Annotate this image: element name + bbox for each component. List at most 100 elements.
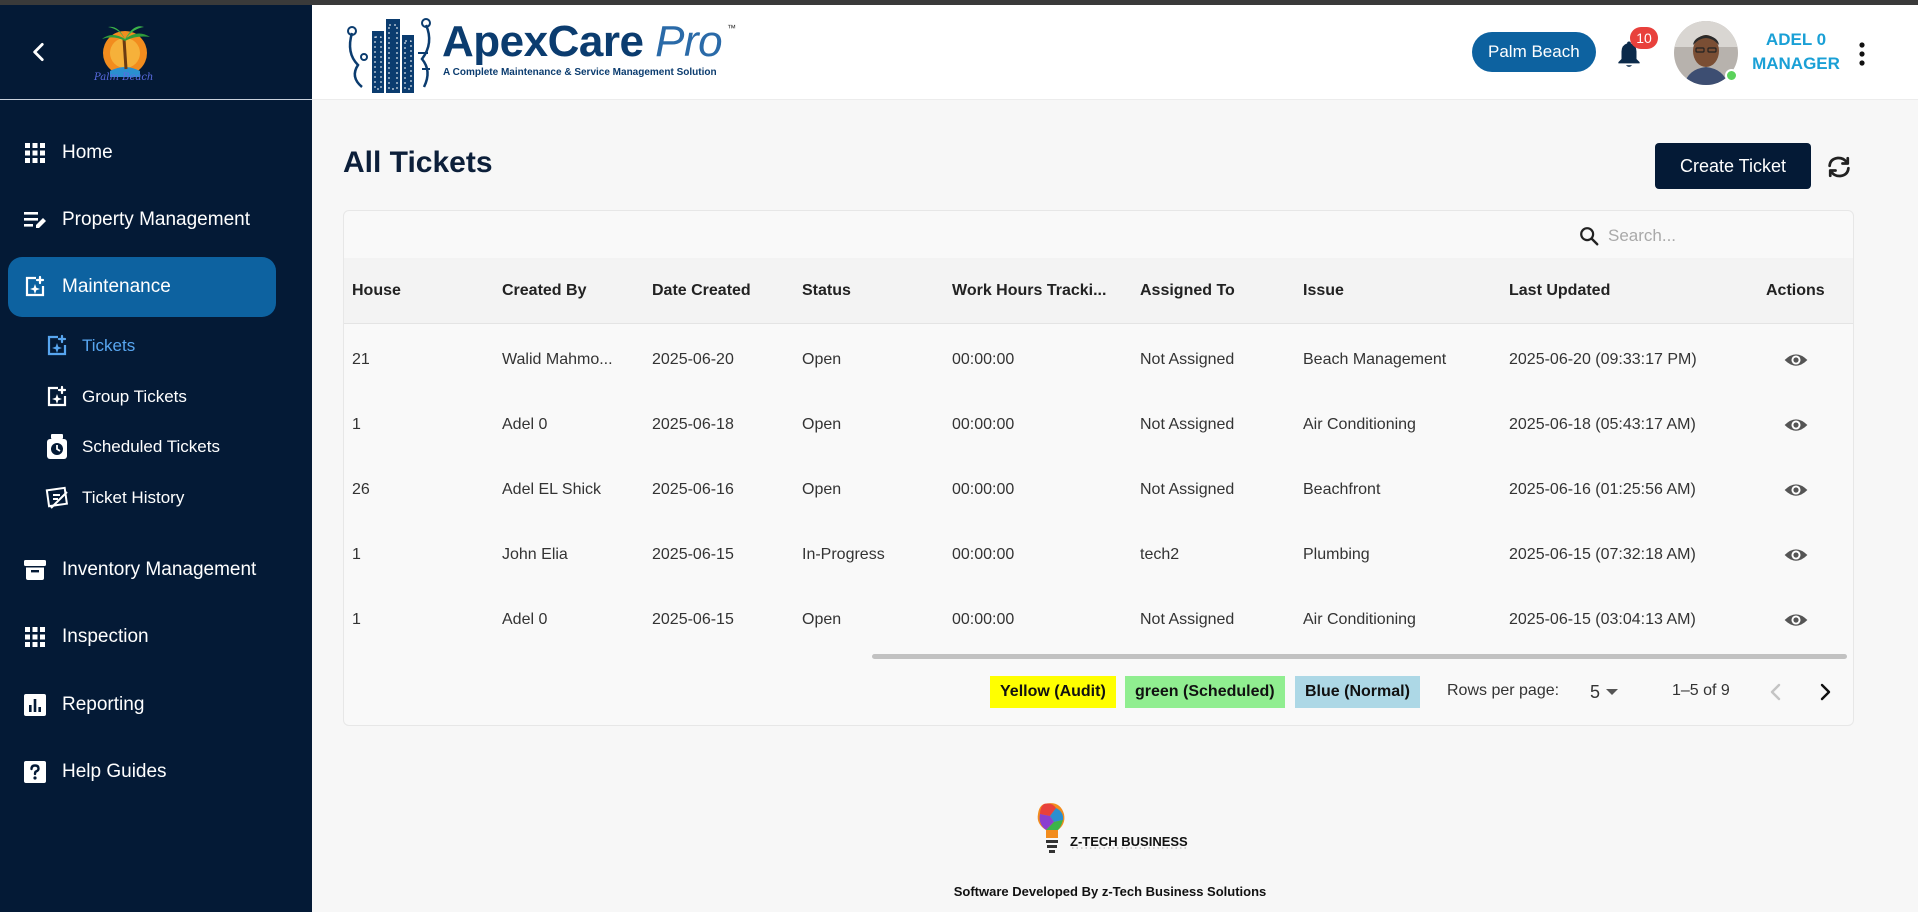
cell-status: Open	[802, 415, 842, 433]
rows-per-page-label: Rows per page:	[1447, 682, 1560, 699]
table-row[interactable]: 21 Walid Mahmo... 2025-06-20 Open 00:00:…	[344, 327, 1853, 392]
search-icon	[1580, 227, 1599, 246]
view-eye-icon[interactable]	[1783, 412, 1809, 438]
help-icon	[22, 759, 48, 785]
cell-issue: Beach Management	[1303, 350, 1447, 368]
chevron-right-icon[interactable]	[1813, 678, 1837, 706]
table-row[interactable]: 1 Adel 0 2025-06-18 Open 00:00:00 Not As…	[344, 392, 1853, 457]
table-row[interactable]: 26 Adel EL Shick 2025-06-16 Open 00:00:0…	[344, 457, 1853, 522]
sidebar-subitem-tickets[interactable]: Tickets	[44, 326, 284, 366]
cell-house: 1	[352, 545, 361, 563]
search-input[interactable]	[1608, 226, 1828, 246]
refresh-icon[interactable]	[1824, 152, 1854, 182]
sidebar-item-label: Inventory Management	[62, 559, 257, 580]
column-header-date-created[interactable]: Date Created	[652, 258, 751, 324]
footer-credit: Software Developed By z-Tech Business So…	[953, 884, 1267, 899]
cell-created-by: Walid Mahmo...	[502, 350, 613, 368]
horizontal-scrollbar[interactable]	[872, 654, 1847, 659]
cell-date-created: 2025-06-20	[652, 350, 734, 368]
table-row[interactable]: 1 Adel 0 2025-06-15 Open 00:00:00 Not As…	[344, 587, 1853, 652]
sidebar-item-property-management[interactable]: Property Management	[8, 190, 276, 250]
history-icon	[44, 485, 70, 511]
app-title: ApexCare Pro	[442, 17, 723, 67]
cell-last-updated: 2025-06-18 (05:43:17 AM)	[1509, 415, 1696, 433]
view-eye-icon[interactable]	[1783, 607, 1809, 633]
maintenance-icon	[22, 274, 48, 300]
cell-work-hours: 00:00:00	[952, 350, 1015, 368]
cell-assigned-to: tech2	[1140, 545, 1180, 563]
cell-house: 21	[352, 350, 370, 368]
column-header-assigned-to[interactable]: Assigned To	[1140, 258, 1235, 324]
column-header-work-hours[interactable]: Work Hours Tracki...	[952, 258, 1106, 324]
create-ticket-button[interactable]: Create Ticket	[1655, 143, 1811, 189]
cell-work-hours: 00:00:00	[952, 480, 1015, 498]
view-eye-icon[interactable]	[1783, 542, 1809, 568]
pagination-range: 1–5 of 9	[1672, 682, 1730, 699]
table-row[interactable]: 1 John Elia 2025-06-15 In-Progress 00:00…	[344, 522, 1853, 587]
sidebar-item-label: Help Guides	[62, 761, 167, 782]
page-title: All Tickets	[343, 146, 493, 179]
notification-badge: 10	[1630, 27, 1658, 49]
cell-last-updated: 2025-06-15 (03:04:13 AM)	[1509, 610, 1696, 628]
sidebar-item-inventory-management[interactable]: Inventory Management	[8, 540, 276, 600]
cell-issue: Air Conditioning	[1303, 610, 1416, 628]
footer-brand: Z-TECH BUSINESS	[1070, 834, 1188, 849]
archive-icon	[22, 557, 48, 583]
legend-normal: Blue (Normal)	[1295, 676, 1420, 708]
column-header-issue[interactable]: Issue	[1303, 258, 1344, 324]
grid-icon	[22, 624, 48, 650]
online-status-indicator	[1725, 69, 1738, 82]
sidebar-item-inspection[interactable]: Inspection	[8, 607, 276, 667]
column-header-status[interactable]: Status	[802, 258, 851, 324]
cell-last-updated: 2025-06-16 (01:25:56 AM)	[1509, 480, 1696, 498]
cell-house: 1	[352, 610, 361, 628]
cell-issue: Plumbing	[1303, 545, 1370, 563]
user-role: MANAGER	[1752, 54, 1840, 73]
column-header-house[interactable]: House	[352, 258, 401, 324]
chevron-left-icon[interactable]	[1764, 678, 1788, 706]
cell-actions	[1783, 587, 1809, 652]
sidebar-subitem-scheduled-tickets[interactable]: Scheduled Tickets	[44, 427, 284, 467]
cell-actions	[1783, 392, 1809, 457]
view-eye-icon[interactable]	[1783, 477, 1809, 503]
column-header-created-by[interactable]: Created By	[502, 258, 586, 324]
sidebar: Palm Beach Home Property Management Main…	[0, 5, 312, 912]
top-header: ApexCare Pro ™ A Complete Maintenance & …	[312, 5, 1918, 100]
table-header: House Created By Date Created Status Wor…	[344, 258, 1853, 324]
sidebar-header: Palm Beach	[0, 5, 312, 100]
more-vert-icon[interactable]	[1856, 41, 1868, 67]
app-title-pro: Pro	[655, 17, 723, 66]
legend-scheduled: green (Scheduled)	[1125, 676, 1285, 708]
grid-icon	[22, 140, 48, 166]
cell-status: Open	[802, 610, 842, 628]
sidebar-item-maintenance[interactable]: Maintenance	[8, 257, 276, 317]
cell-house: 26	[352, 480, 370, 498]
sidebar-item-label: Inspection	[62, 626, 149, 647]
sidebar-item-home[interactable]: Home	[8, 123, 276, 183]
cell-assigned-to: Not Assigned	[1140, 480, 1235, 498]
scheduled-icon	[44, 434, 70, 460]
sidebar-item-help-guides[interactable]: Help Guides	[8, 742, 276, 802]
sidebar-item-reporting[interactable]: Reporting	[8, 675, 276, 735]
cell-actions	[1783, 457, 1809, 522]
sidebar-item-label: Reporting	[62, 694, 145, 715]
cell-work-hours: 00:00:00	[952, 415, 1015, 433]
column-header-last-updated[interactable]: Last Updated	[1509, 258, 1610, 324]
location-badge[interactable]: Palm Beach	[1472, 32, 1596, 72]
rows-per-page-select[interactable]: 5	[1590, 677, 1630, 707]
chevron-left-icon[interactable]	[26, 39, 52, 65]
bar-chart-icon	[22, 692, 48, 718]
cell-date-created: 2025-06-15	[652, 610, 734, 628]
view-eye-icon[interactable]	[1783, 347, 1809, 373]
app-title-main: ApexCare	[442, 17, 644, 66]
cell-created-by: Adel 0	[502, 610, 548, 628]
caret-down-icon	[1606, 689, 1619, 695]
sidebar-subitem-ticket-history[interactable]: Ticket History	[44, 478, 284, 518]
sidebar-item-label: Maintenance	[62, 276, 171, 297]
sidebar-subitem-label: Ticket History	[82, 488, 185, 507]
sidebar-subitem-group-tickets[interactable]: Group Tickets	[44, 377, 284, 417]
search-box	[1578, 222, 1848, 250]
cell-assigned-to: Not Assigned	[1140, 350, 1235, 368]
cell-issue: Air Conditioning	[1303, 415, 1416, 433]
rows-per-page-value: 5	[1590, 681, 1601, 702]
